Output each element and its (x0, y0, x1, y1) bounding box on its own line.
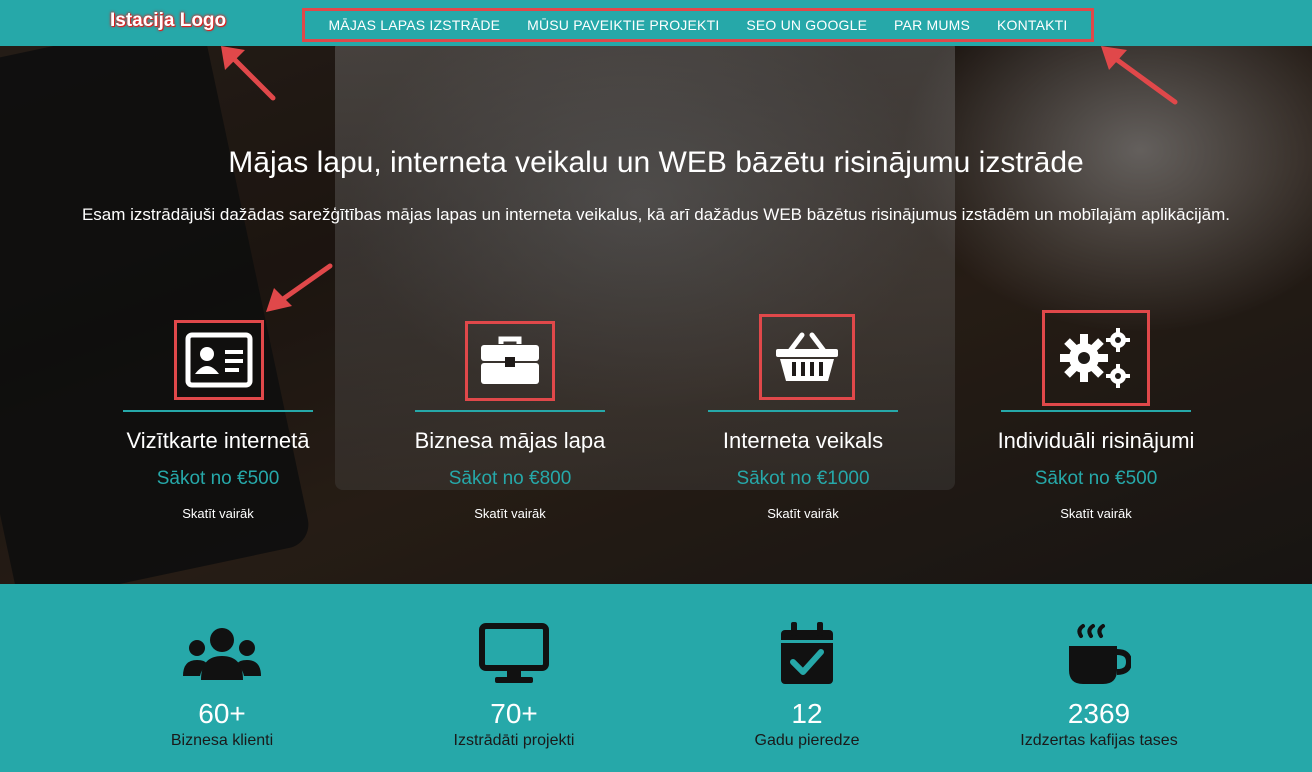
service-divider (1001, 410, 1191, 412)
stat-value: 12 (791, 698, 823, 729)
nav-item-majas-lapas[interactable]: MĀJAS LAPAS IZSTRĀDE (328, 17, 500, 33)
stat-label: Izstrādāti projekti (453, 732, 575, 749)
calendar-check-icon (697, 622, 917, 686)
annotation-arrow-icon (266, 263, 333, 312)
service-more-link[interactable]: Skatīt vairāk (410, 506, 610, 521)
service-divider (415, 410, 605, 412)
stat-coffee: 2369 Izdzertas kafijas tases (989, 622, 1209, 750)
stat-value: 2369 (1067, 698, 1131, 729)
nav-item-kontakti[interactable]: KONTAKTI (997, 17, 1068, 33)
stat-label: Izdzertas kafijas tases (1020, 732, 1178, 749)
annotation-arrow-nav (1101, 46, 1178, 105)
stat-label: Gadu pieredze (754, 732, 860, 749)
service-name: Interneta veikals (722, 428, 884, 453)
nav-item-projekti[interactable]: MŪSU PAVEIKTIE PROJEKTI (527, 17, 719, 33)
service-price: Sākot no €1000 (736, 468, 870, 489)
stat-experience: 12 Gadu pieredze (697, 622, 917, 750)
basket-icon[interactable] (759, 314, 855, 400)
service-divider (123, 410, 313, 412)
stat-label: Biznesa klienti (170, 732, 274, 749)
stats-section: 60+ Biznesa klienti 70+ Izstrādāti proje… (0, 584, 1312, 772)
coffee-icon (989, 622, 1209, 686)
annotation-arrow-logo (221, 46, 276, 101)
gears-icon[interactable] (1042, 310, 1150, 406)
desktop-icon (404, 622, 624, 686)
service-name: Biznesa mājas lapa (414, 428, 606, 453)
service-name: Vizītkarte internetā (126, 428, 310, 453)
service-more-link[interactable]: Skatīt vairāk (996, 506, 1196, 521)
service-more-link[interactable]: Skatīt vairāk (118, 506, 318, 521)
users-icon (112, 622, 332, 686)
id-card-icon[interactable] (174, 320, 264, 400)
service-more-link[interactable]: Skatīt vairāk (703, 506, 903, 521)
stat-value: 60+ (198, 698, 246, 729)
service-name: Individuāli risinājumi (997, 428, 1195, 453)
hero-title: Mājas lapu, interneta veikalu un WEB bāz… (228, 146, 1084, 179)
stat-projects: 70+ Izstrādāti projekti (404, 622, 624, 750)
site-logo[interactable]: Istacija Logo (110, 10, 226, 32)
briefcase-icon[interactable] (465, 321, 555, 401)
nav-item-par-mums[interactable]: PAR MUMS (894, 17, 970, 33)
stat-clients: 60+ Biznesa klienti (112, 622, 332, 750)
service-divider (708, 410, 898, 412)
service-price: Sākot no €500 (156, 468, 280, 489)
service-price: Sākot no €500 (1034, 468, 1158, 489)
hero-subtitle: Esam izstrādājuši dažādas sarežģītības m… (81, 205, 1231, 224)
nav-item-seo[interactable]: SEO UN GOOGLE (746, 17, 867, 33)
main-nav: MĀJAS LAPAS IZSTRĀDE MŪSU PAVEIKTIE PROJ… (302, 8, 1094, 42)
service-price: Sākot no €800 (448, 468, 572, 489)
stat-value: 70+ (490, 698, 538, 729)
